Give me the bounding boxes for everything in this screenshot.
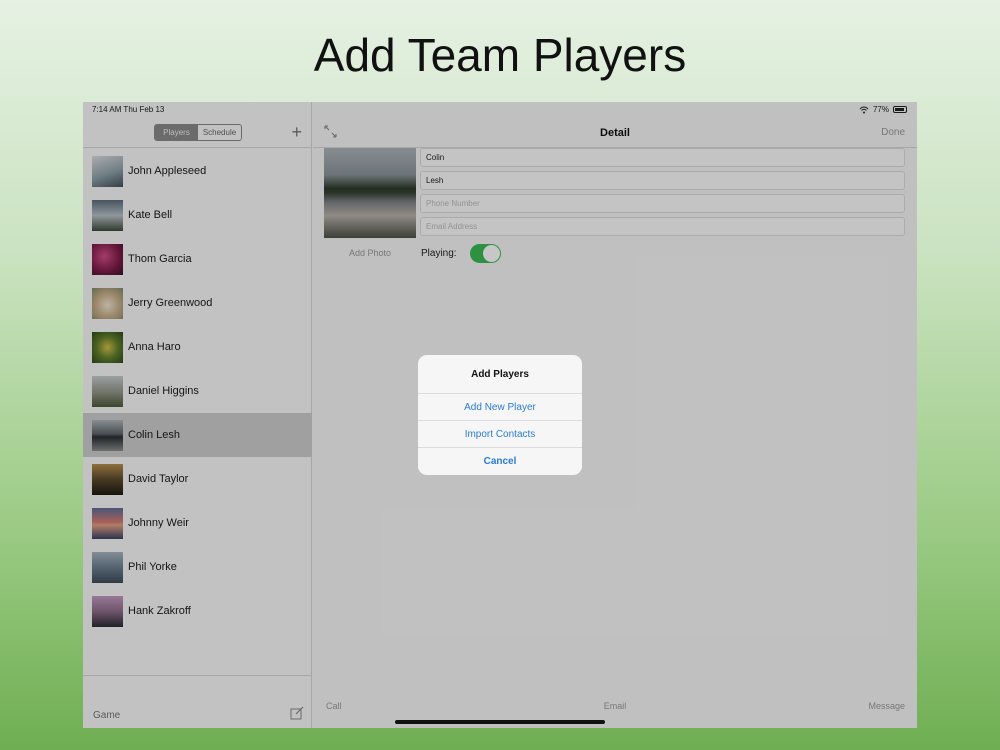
home-indicator[interactable]	[395, 720, 605, 724]
alert-title: Add Players	[418, 355, 582, 394]
slide-title: Add Team Players	[313, 29, 687, 81]
add-new-player-button[interactable]: Add New Player	[418, 394, 582, 421]
ipad-screen: Players Schedule + John Appleseed Kate B…	[83, 102, 917, 728]
import-contacts-button[interactable]: Import Contacts	[418, 421, 582, 448]
cancel-button[interactable]: Cancel	[418, 448, 582, 475]
add-players-alert: Add Players Add New Player Import Contac…	[418, 355, 582, 475]
